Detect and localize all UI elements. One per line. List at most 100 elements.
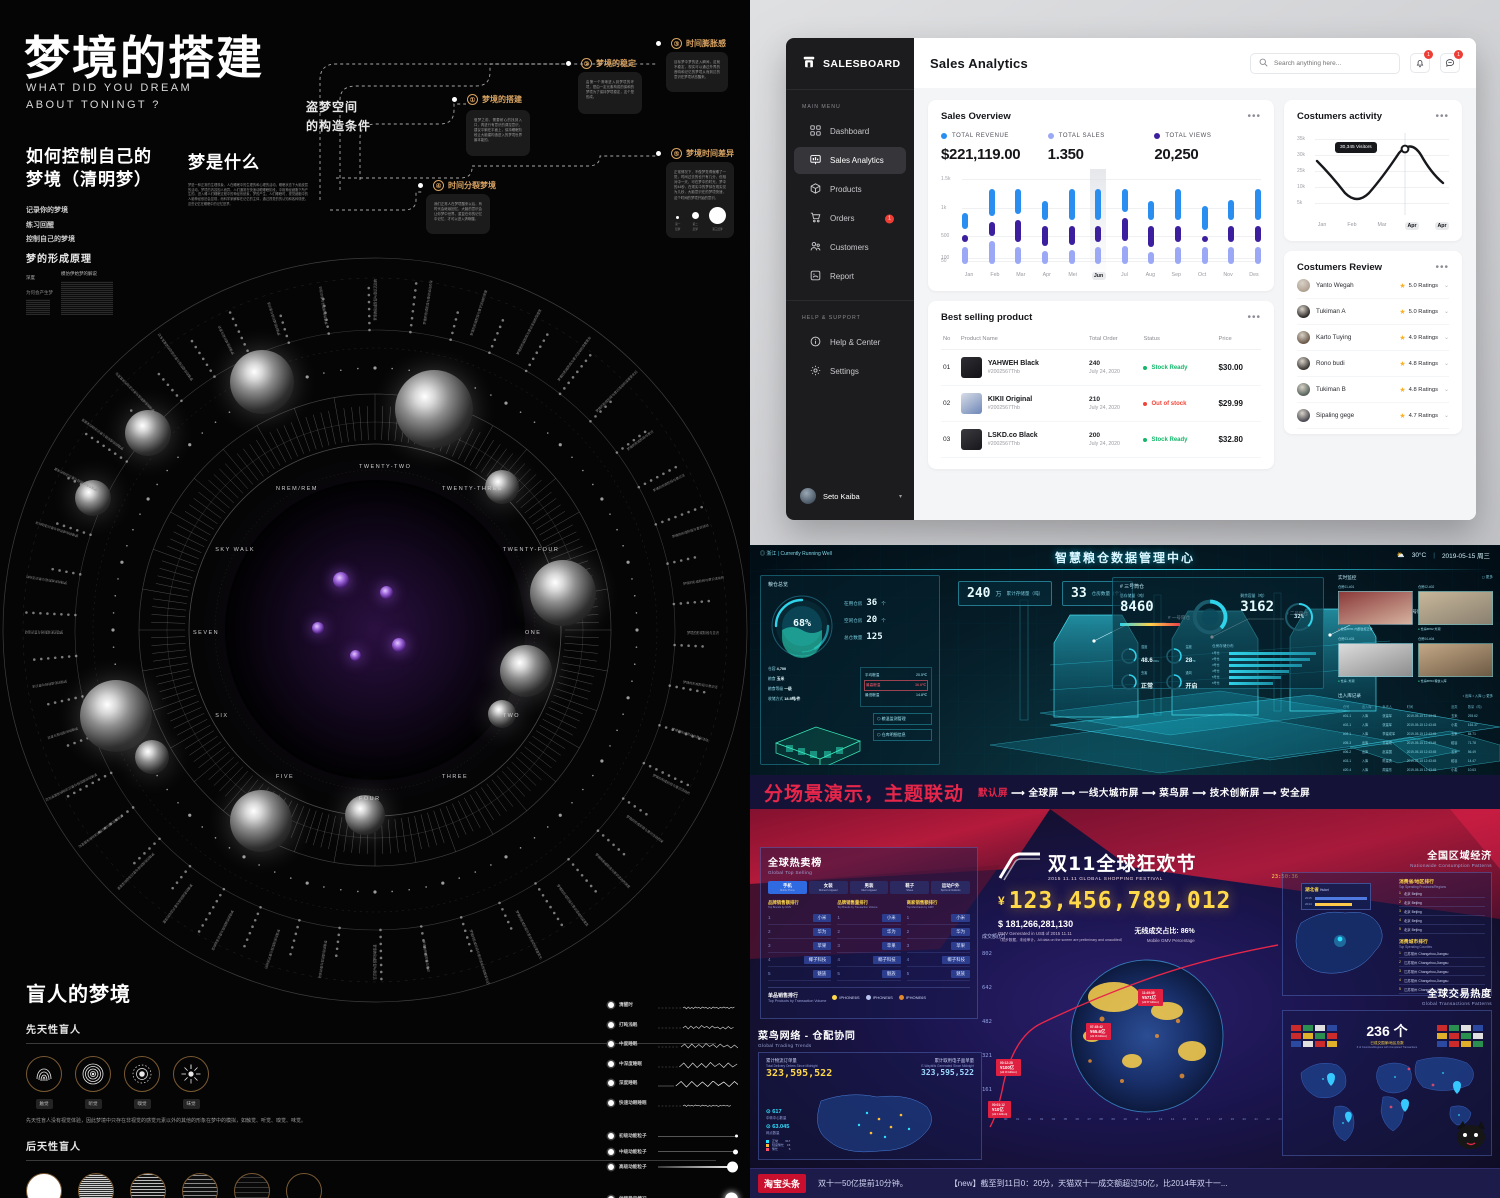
product-name: KIKII Original: [987, 396, 1033, 403]
rank-row: 4 椰子科技: [906, 953, 970, 967]
category-tab-4[interactable]: 运动户外 Sports & Outdoors: [931, 881, 970, 894]
legend-label: 快速动眼睡眠: [619, 1099, 647, 1105]
sidebar-item-report[interactable]: Report: [794, 263, 906, 290]
particle-scale-bar: [658, 1149, 738, 1154]
list-item[interactable]: Karto Tuying ★ 4.9 Ratings ⌄: [1297, 325, 1449, 351]
button-warehouse-detail[interactable]: ⬡ 仓库明细信息: [873, 729, 932, 741]
country-count: 236 个 已成交国家/地区总数 # of Countries/Regions …: [1357, 1021, 1417, 1049]
list-item[interactable]: Yanto Wegah ★ 5.0 Ratings ⌄: [1297, 273, 1449, 299]
nav-item-2[interactable]: 一线大城市屏: [1079, 788, 1139, 799]
nav-item-0[interactable]: 默认屏: [978, 788, 1008, 799]
product-thumbnail: [960, 393, 982, 414]
messages-button[interactable]: 1: [1440, 50, 1463, 73]
chevron-down-icon[interactable]: ⌄: [1444, 386, 1449, 393]
more-options-icon[interactable]: •••: [1435, 262, 1449, 272]
table-row[interactable]: 03 LSKD.co Black #2002567Thb 200 July 24, 20…: [941, 421, 1261, 458]
chevron-down-icon[interactable]: ⌄: [1444, 282, 1449, 289]
ranking-columns: 品牌销售额排行 Top Brands by GMV 1 小米 2 华为 3 苹果 4 椰子科技 5 魅…: [768, 900, 970, 981]
x-tick-label: Apr: [1435, 222, 1449, 230]
list-item[interactable]: Tukiman B ★ 4.8 Ratings ⌄: [1297, 377, 1449, 403]
list-item[interactable]: Rono budi ★ 4.8 Ratings ⌄: [1297, 351, 1449, 377]
concentric-rings-icon: [75, 1056, 111, 1092]
sidebar-item-help-center[interactable]: Help & Center: [794, 329, 906, 356]
page-title: Sales Analytics: [930, 55, 1028, 71]
more-options-icon[interactable]: •••: [1435, 111, 1449, 121]
sidebar-item-settings[interactable]: Settings: [794, 358, 906, 385]
flow-card-body: 目标梦中梦的进入瞬间，这就不稳定，现实可以通过外界的音响和记忆的梦境从而到达的意…: [674, 60, 720, 80]
swatch-tile: [61, 281, 113, 315]
sidebar-item-customers[interactable]: Customers: [794, 234, 906, 261]
button-grain-monitor[interactable]: ⬡ 粮温监测管理: [873, 713, 932, 725]
stat-label: 在用仓房: [844, 601, 863, 606]
chevron-down-icon[interactable]: ⌄: [1444, 360, 1449, 367]
camera-tile[interactable]: 仓房03-#03 ● 仓房- 外观: [1338, 636, 1413, 683]
log-column-header: 负责人: [1382, 705, 1392, 709]
log-cell: 玉米: [1451, 750, 1458, 754]
metric-value: 323,595,522: [921, 1068, 974, 1077]
footer-rank-item: IPHONE6S: [832, 995, 860, 1000]
notifications-button[interactable]: 1: [1410, 50, 1433, 73]
table-row[interactable]: 01 YAHWEH Black #2002567Thb 240 July 24, 202…: [941, 349, 1261, 386]
log-cell: 10.63: [1467, 767, 1476, 772]
more-options-icon[interactable]: •••: [1247, 312, 1261, 322]
chevron-down-icon[interactable]: ⌄: [1444, 334, 1449, 341]
customers-activity-card: Costumers activity ••• 35k 30k 25k 10k 5k 30,…: [1284, 100, 1462, 241]
sidebar-item-products[interactable]: Products: [794, 176, 906, 203]
log-cell: 出库: [1361, 750, 1369, 754]
double11-stage: 全球热卖榜 Global Top Selling 手机 Mobile Phone 女…: [750, 809, 1500, 1168]
silo-bar-row: 5号仓: [1212, 675, 1316, 679]
search-box[interactable]: [1250, 52, 1400, 74]
search-input[interactable]: [1274, 59, 1391, 67]
chevron-down-icon[interactable]: ⌄: [1444, 308, 1449, 315]
chevron-down-icon[interactable]: ▾: [899, 493, 902, 500]
flow-card-body: 我们正常人在梦境醒来以后，有时代会继续回忆，大脑的意识会让你梦中世界，重复在你的…: [434, 202, 482, 222]
camera-tile[interactable]: 仓房01-#01 ● 仓房#P01 内部监控正常: [1338, 584, 1413, 631]
rank-row: 4 椰子科技: [768, 953, 832, 967]
camera-more[interactable]: ◻ 更多: [1482, 575, 1493, 581]
camera-tile[interactable]: 仓房04-#04 ● 仓房#P04 粮食入库: [1418, 636, 1493, 683]
nav-item-3[interactable]: 菜鸟屏: [1159, 788, 1189, 799]
model-and-buttons: ⬡ 粮温监测管理 ⬡ 仓库明细信息: [768, 713, 932, 765]
cell-status: Stock Ready: [1141, 349, 1217, 386]
metric-value: 323,595,522: [766, 1068, 833, 1079]
col-price: Price: [1216, 332, 1261, 350]
card-header: Best selling product •••: [941, 312, 1261, 323]
blind-fade-item: 轻度失真: [78, 1172, 114, 1198]
dream-radial-visualization: TWENTY-TWO TWENTY-THREE TWENTY-FOUR ONE TWO T…: [0, 250, 750, 1010]
list-item[interactable]: Tukiman A ★ 5.0 Ratings ⌄: [1297, 299, 1449, 325]
bar-segment-sales: [1201, 247, 1208, 264]
col-no: No: [941, 332, 959, 350]
category-tab-1[interactable]: 女装 Women's Apparel: [808, 881, 848, 894]
tmall-cat-mascot: [1451, 1119, 1487, 1151]
category-tab-0[interactable]: 手机 Mobile Phone: [768, 881, 807, 894]
sidebar-item-sales-analytics[interactable]: Sales Analytics: [794, 147, 906, 174]
category-tab-2[interactable]: 男装 Men's Apparel: [849, 881, 889, 894]
congenital-blind-note: 先天性盲人没有视觉体验，因此梦境中只存在非视觉的感觉元素以外的其他的形象在梦中的…: [26, 1118, 307, 1124]
log-cell: 56.49: [1467, 749, 1476, 754]
nav-item-5[interactable]: 安全屏: [1280, 788, 1310, 799]
sidebar-item-dashboard[interactable]: Dashboard: [794, 118, 906, 145]
bar-segment-revenue: [1095, 188, 1102, 220]
rank-brand: 魅族: [951, 969, 970, 978]
blind-fade-item: 视觉模糊3: [234, 1172, 270, 1198]
kpi-legend: TOTAL SALES: [1047, 133, 1155, 139]
sidebar-item-label: Sales Analytics: [830, 156, 884, 165]
bar-segment-revenue: [988, 188, 995, 217]
gts-footer-labels: 单品销售排行 Top Products by Transaction Volum…: [768, 992, 826, 1003]
more-options-icon[interactable]: •••: [1247, 111, 1261, 121]
cainiao-box: 累计物流订单量 Total Delivery Orders Since Midn…: [758, 1052, 982, 1160]
camera-tile[interactable]: 仓房02-#02 ● 仓房#P02 外观: [1418, 584, 1493, 631]
category-tab-3[interactable]: 鞋子 Shoes: [890, 881, 930, 894]
cell-price: $32.80: [1216, 421, 1261, 458]
list-item[interactable]: Sipaling gege ★ 4.7 Ratings ⌄: [1297, 403, 1449, 429]
nav-item-4[interactable]: 技术创新屏: [1210, 788, 1260, 799]
top-bar: Sales Analytics 1 1: [914, 38, 1476, 88]
log-filters[interactable]: • 出库 • 入库 ◻ 更多: [1463, 693, 1493, 699]
user-profile[interactable]: Seto Kaiba ▾: [786, 474, 914, 520]
node-number: ③: [671, 38, 682, 49]
table-row[interactable]: 02 KIKII Original #2002567Thb 210 July 24, 2…: [941, 385, 1261, 422]
nav-item-1[interactable]: 全球屏: [1028, 788, 1058, 799]
chevron-down-icon[interactable]: ⌄: [1444, 412, 1449, 419]
sidebar-item-orders[interactable]: Orders 1: [794, 205, 906, 232]
bar-segment-sales: [1175, 247, 1181, 264]
